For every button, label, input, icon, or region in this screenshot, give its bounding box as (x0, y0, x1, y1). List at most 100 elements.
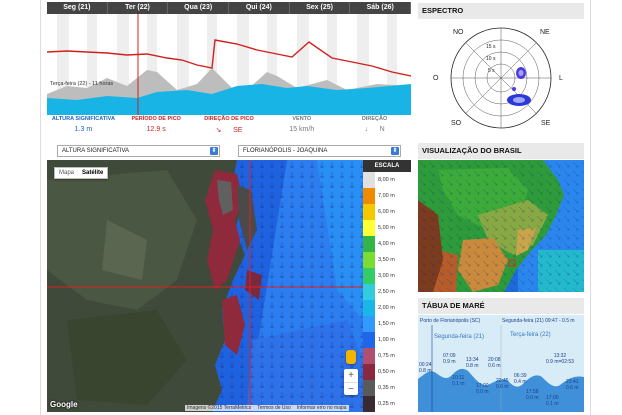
scale-legend: ESCALA 8,00 m 7,00 m 6,00 m 5,00 m 4,00 m 3,5… (363, 160, 411, 412)
day-label[interactable]: Ter (22) (108, 2, 169, 14)
scale-label: 0,35 m (378, 385, 395, 391)
scale-swatch (363, 396, 375, 412)
tide-label: 17:58 0.0 m (526, 389, 539, 401)
zoom-out-button[interactable]: − (344, 382, 358, 395)
param-peak-period: PERÍODO DE PICO 12.9 s (120, 115, 193, 137)
day-label[interactable]: Seg (21) (47, 2, 108, 14)
day-label[interactable]: Sex (25) (290, 2, 351, 14)
tide-label: 20:08 0.6 m (488, 357, 501, 369)
scale-label: 2,00 m (378, 305, 395, 311)
param-label: VENTO (292, 116, 312, 122)
scale-swatch (363, 252, 375, 268)
param-label: DIREÇÃO (361, 116, 388, 122)
tide-height: 0.1 m (546, 401, 559, 407)
param-label: PERÍODO DE PICO (131, 116, 181, 122)
day-label[interactable]: Qui (24) (229, 2, 290, 14)
scale-swatch (363, 188, 375, 204)
map-type-satellite[interactable]: Satélite (78, 168, 107, 178)
tide-label: 17:00 0.0 m (476, 383, 489, 395)
scale-row: 0,75 m (363, 348, 411, 364)
chart-caption: Terça-feira (22) - 11 horas (50, 81, 114, 87)
dir-label: NE (540, 29, 550, 36)
ring-label: 5 s (488, 68, 495, 74)
map-type-map[interactable]: Mapa (55, 168, 78, 178)
dir-label: SE (541, 120, 551, 127)
scale-row: 2,50 m (363, 284, 411, 300)
scale-swatch (363, 284, 375, 300)
param-peak-direction: DIREÇÃO DE PICO ↘ SE (193, 115, 266, 137)
scale-swatch (363, 332, 375, 348)
tide-label: 23:41 0.6 m (566, 379, 579, 391)
scale-label: 0,50 m (378, 369, 395, 375)
tide-chart[interactable]: Porto de Florianópolis (SC) Segunda-feir… (418, 315, 584, 412)
tide-label: 00:24 0.8 m (419, 362, 432, 374)
scale-label: 1,50 m (378, 321, 395, 327)
tide-title: TÁBUA DE MARÉ (418, 298, 584, 314)
param-value: 1.3 m (74, 126, 93, 133)
scale-swatch (363, 204, 375, 220)
wave-map[interactable]: Mapa Satélite ESCALA 8,00 m 7,00 m 6,00 m 5… (47, 160, 411, 412)
tide-height: 0.9 m=02:53 (546, 359, 574, 365)
spectrum-chart[interactable]: NO NE O L SO SE 15 s 10 s 5 s (418, 20, 584, 136)
tide-height: 0.6 m (496, 384, 509, 390)
tide-height: 0.6 m (566, 385, 579, 391)
ring-label: 15 s (486, 44, 496, 50)
dir-label: L (559, 75, 563, 82)
scale-label: 0,25 m (378, 401, 395, 407)
scale-swatch (363, 300, 375, 316)
tide-label: 10:11 0.1 m (452, 375, 465, 387)
tide-height: 0.0 m (476, 389, 489, 395)
param-wind: VENTO 15 km/h (265, 115, 338, 137)
tide-label: 07:09 0.9 m (443, 353, 456, 365)
variable-select[interactable]: ALTURA SIGNIFICATIVA ⬍ (57, 145, 220, 157)
tide-port: Porto de Florianópolis (SC) (420, 318, 481, 324)
param-label: ALTURA SIGNIFICATIVA (51, 116, 115, 122)
scale-label: 6,00 m (378, 209, 395, 215)
day-header: Seg (21) Ter (22) Qua (23) Qui (24) Sex … (47, 2, 412, 14)
param-value: 12.9 s (146, 126, 166, 133)
tide-label: 22:45 0.6 m (496, 378, 509, 390)
scale-row: 2,00 m (363, 300, 411, 316)
dir-label: O (433, 75, 439, 82)
tide-height: 0.8 m (419, 368, 432, 374)
scale-label: 7,00 m (378, 193, 395, 199)
scale-swatch (363, 172, 375, 188)
param-value: 15 km/h (289, 126, 315, 133)
brasil-map[interactable] (418, 160, 584, 292)
tide-current-reading: Segunda-feira (21) 09:47 - 0.5 m (502, 318, 575, 324)
street-view-pegman-icon[interactable] (346, 350, 356, 364)
scale-swatch (363, 316, 375, 332)
tide-height: 0.9 m (443, 359, 456, 365)
tide-day: Terça-feira (22) (510, 332, 551, 338)
param-value: SE (233, 127, 243, 134)
scale-label: 3,00 m (378, 273, 395, 279)
scale-label: 2,50 m (378, 289, 395, 295)
report-error-link[interactable]: Informar erro no mapa (297, 405, 347, 411)
tide-day: Segunda-feira (21) (434, 334, 485, 340)
param-label: DIREÇÃO DE PICO (204, 116, 254, 122)
terms-link[interactable]: Termos de Uso (257, 405, 291, 411)
scale-swatch (363, 348, 375, 364)
location-select[interactable]: FLORIANÓPOLIS - JOAQUINA ⬍ (238, 145, 401, 157)
select-value: ALTURA SIGNIFICATIVA (62, 148, 130, 154)
tide-label: 17:00 0.1 m (546, 395, 559, 407)
scale-label: 5,00 m (378, 225, 395, 231)
scale-row: 7,00 m (363, 188, 411, 204)
scale-label: 8,00 m (378, 177, 395, 183)
day-label[interactable]: Qua (23) (168, 2, 230, 14)
google-logo: Google (50, 400, 78, 409)
wave-forecast-chart[interactable] (47, 14, 411, 115)
scale-swatch (363, 236, 375, 252)
chevron-down-icon: ⬍ (210, 147, 218, 155)
tide-height: 0.1 m (452, 381, 465, 387)
scale-row: 6,00 m (363, 204, 411, 220)
tide-height: 0.8 m (466, 363, 479, 369)
scale-label: 4,00 m (378, 241, 395, 247)
zoom-in-button[interactable]: + (344, 369, 358, 382)
param-value: N (379, 126, 385, 133)
day-label[interactable]: Sáb (26) (350, 2, 412, 14)
tide-label: 13:32 0.9 m=02:53 (546, 353, 574, 365)
tide-height: 0.6 m (488, 363, 501, 369)
select-value: FLORIANÓPOLIS - JOAQUINA (243, 148, 328, 154)
scale-row: 4,00 m (363, 236, 411, 252)
